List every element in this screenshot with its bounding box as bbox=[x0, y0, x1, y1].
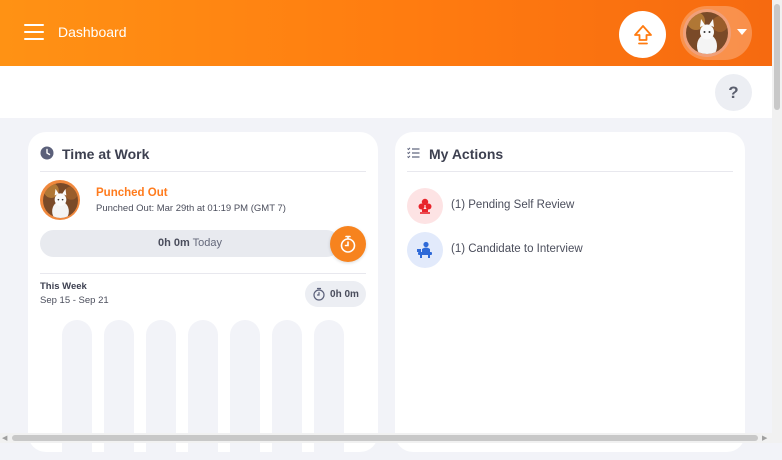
horizontal-scrollbar-thumb[interactable] bbox=[12, 435, 758, 441]
today-duration: 0h 0m bbox=[157, 237, 190, 249]
scroll-right-icon[interactable]: ▶ bbox=[762, 434, 767, 442]
self-review-icon bbox=[407, 188, 443, 224]
card-title: My Actions bbox=[429, 146, 504, 162]
divider bbox=[40, 171, 366, 172]
avatar-photo-icon bbox=[686, 12, 728, 54]
action-item-self-review[interactable]: (1) Pending Self Review bbox=[407, 188, 727, 224]
timer-icon bbox=[313, 287, 325, 301]
stopwatch-icon bbox=[340, 235, 356, 253]
week-total-value: 0h 0m bbox=[330, 288, 359, 300]
action-item-label: (1) Candidate to Interview bbox=[451, 243, 583, 255]
help-button[interactable]: ? bbox=[715, 74, 752, 111]
week-range: Sep 15 - Sep 21 bbox=[40, 295, 109, 306]
avatar[interactable] bbox=[683, 9, 731, 57]
my-actions-card: My Actions (1) Pending Self Review (1) C… bbox=[395, 132, 745, 452]
upgrade-arrow-icon bbox=[633, 24, 652, 44]
avatar bbox=[40, 180, 80, 220]
card-title: Time at Work bbox=[62, 146, 150, 162]
page-title: Dashboard bbox=[58, 24, 127, 40]
divider bbox=[407, 171, 733, 172]
punch-detail: Punched Out: Mar 29th at 01:19 PM (GMT 7… bbox=[96, 203, 286, 214]
avatar-photo-icon bbox=[42, 182, 78, 218]
vertical-scrollbar-thumb[interactable] bbox=[774, 4, 780, 110]
scroll-left-icon[interactable]: ◀ bbox=[2, 434, 7, 442]
top-bar: Dashboard bbox=[0, 0, 772, 66]
list-check-icon bbox=[407, 147, 420, 159]
caret-down-icon[interactable] bbox=[737, 29, 747, 35]
today-label: Today bbox=[192, 237, 222, 249]
punch-in-button[interactable] bbox=[330, 226, 366, 262]
action-item-candidate-interview[interactable]: (1) Candidate to Interview bbox=[407, 232, 727, 268]
today-duration-bar: 0h 0m Today bbox=[40, 230, 340, 257]
punch-status: Punched Out bbox=[96, 187, 168, 199]
divider bbox=[40, 273, 366, 274]
hamburger-menu-icon[interactable] bbox=[24, 23, 44, 41]
week-label: This Week bbox=[40, 281, 87, 292]
upgrade-button[interactable] bbox=[619, 11, 666, 58]
clock-icon bbox=[40, 146, 54, 160]
sub-header bbox=[0, 66, 772, 118]
action-item-label: (1) Pending Self Review bbox=[451, 199, 575, 211]
interview-candidate-icon bbox=[407, 232, 443, 268]
week-total: 0h 0m bbox=[305, 281, 366, 307]
time-at-work-card: Time at Work Punched Out Punched Out: Ma… bbox=[28, 132, 378, 460]
